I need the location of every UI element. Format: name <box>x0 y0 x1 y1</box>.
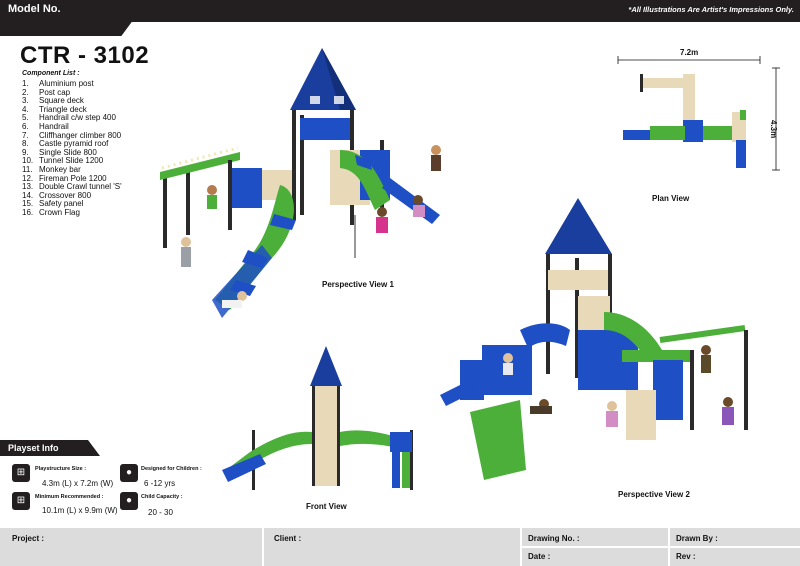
playstructure-size-value: 4.3m (L) x 7.2m (W) <box>42 479 114 488</box>
child-capacity-icon: ● <box>120 492 138 510</box>
plan-depth-dimension: 4.3m <box>769 120 778 139</box>
playstructure-size-label: Playstructure Size : <box>35 466 87 472</box>
playstructure-size-icon: ⊞ <box>12 464 30 482</box>
client-field: Client : <box>274 534 302 543</box>
date-field: Date : <box>528 552 551 561</box>
playset-info-heading: Playset Info <box>8 443 59 453</box>
plan-view-illustration <box>617 56 780 171</box>
footer-divider <box>520 546 800 548</box>
front-view-label: Front View <box>306 502 347 511</box>
min-recommended-icon: ⊞ <box>12 492 30 510</box>
designed-for-children-label: Designed for Children : <box>141 466 202 472</box>
perspective-view-1-label: Perspective View 1 <box>322 280 394 289</box>
front-view-illustration <box>222 346 413 490</box>
min-recommended-label: Minimum Recommended : <box>35 494 104 500</box>
perspective-view-1-illustration <box>160 48 441 318</box>
drawing-no-field: Drawing No. : <box>528 534 580 543</box>
designed-for-children-value: 6 -12 yrs <box>144 479 176 488</box>
project-field: Project : <box>12 534 45 543</box>
child-capacity-label: Child Capacity : <box>141 494 183 500</box>
perspective-view-2-illustration <box>440 198 748 480</box>
min-recommended-value: 10.1m (L) x 9.9m (W) <box>42 506 118 515</box>
plan-width-dimension: 7.2m <box>680 48 699 57</box>
footer-divider <box>262 528 264 566</box>
child-capacity-value: 20 - 30 <box>148 508 173 517</box>
plan-view-label: Plan View <box>652 194 690 203</box>
drawn-by-field: Drawn By : <box>676 534 718 543</box>
perspective-view-2-label: Perspective View 2 <box>618 490 690 499</box>
child-icon: ● <box>120 464 138 482</box>
rev-field: Rev : <box>676 552 696 561</box>
